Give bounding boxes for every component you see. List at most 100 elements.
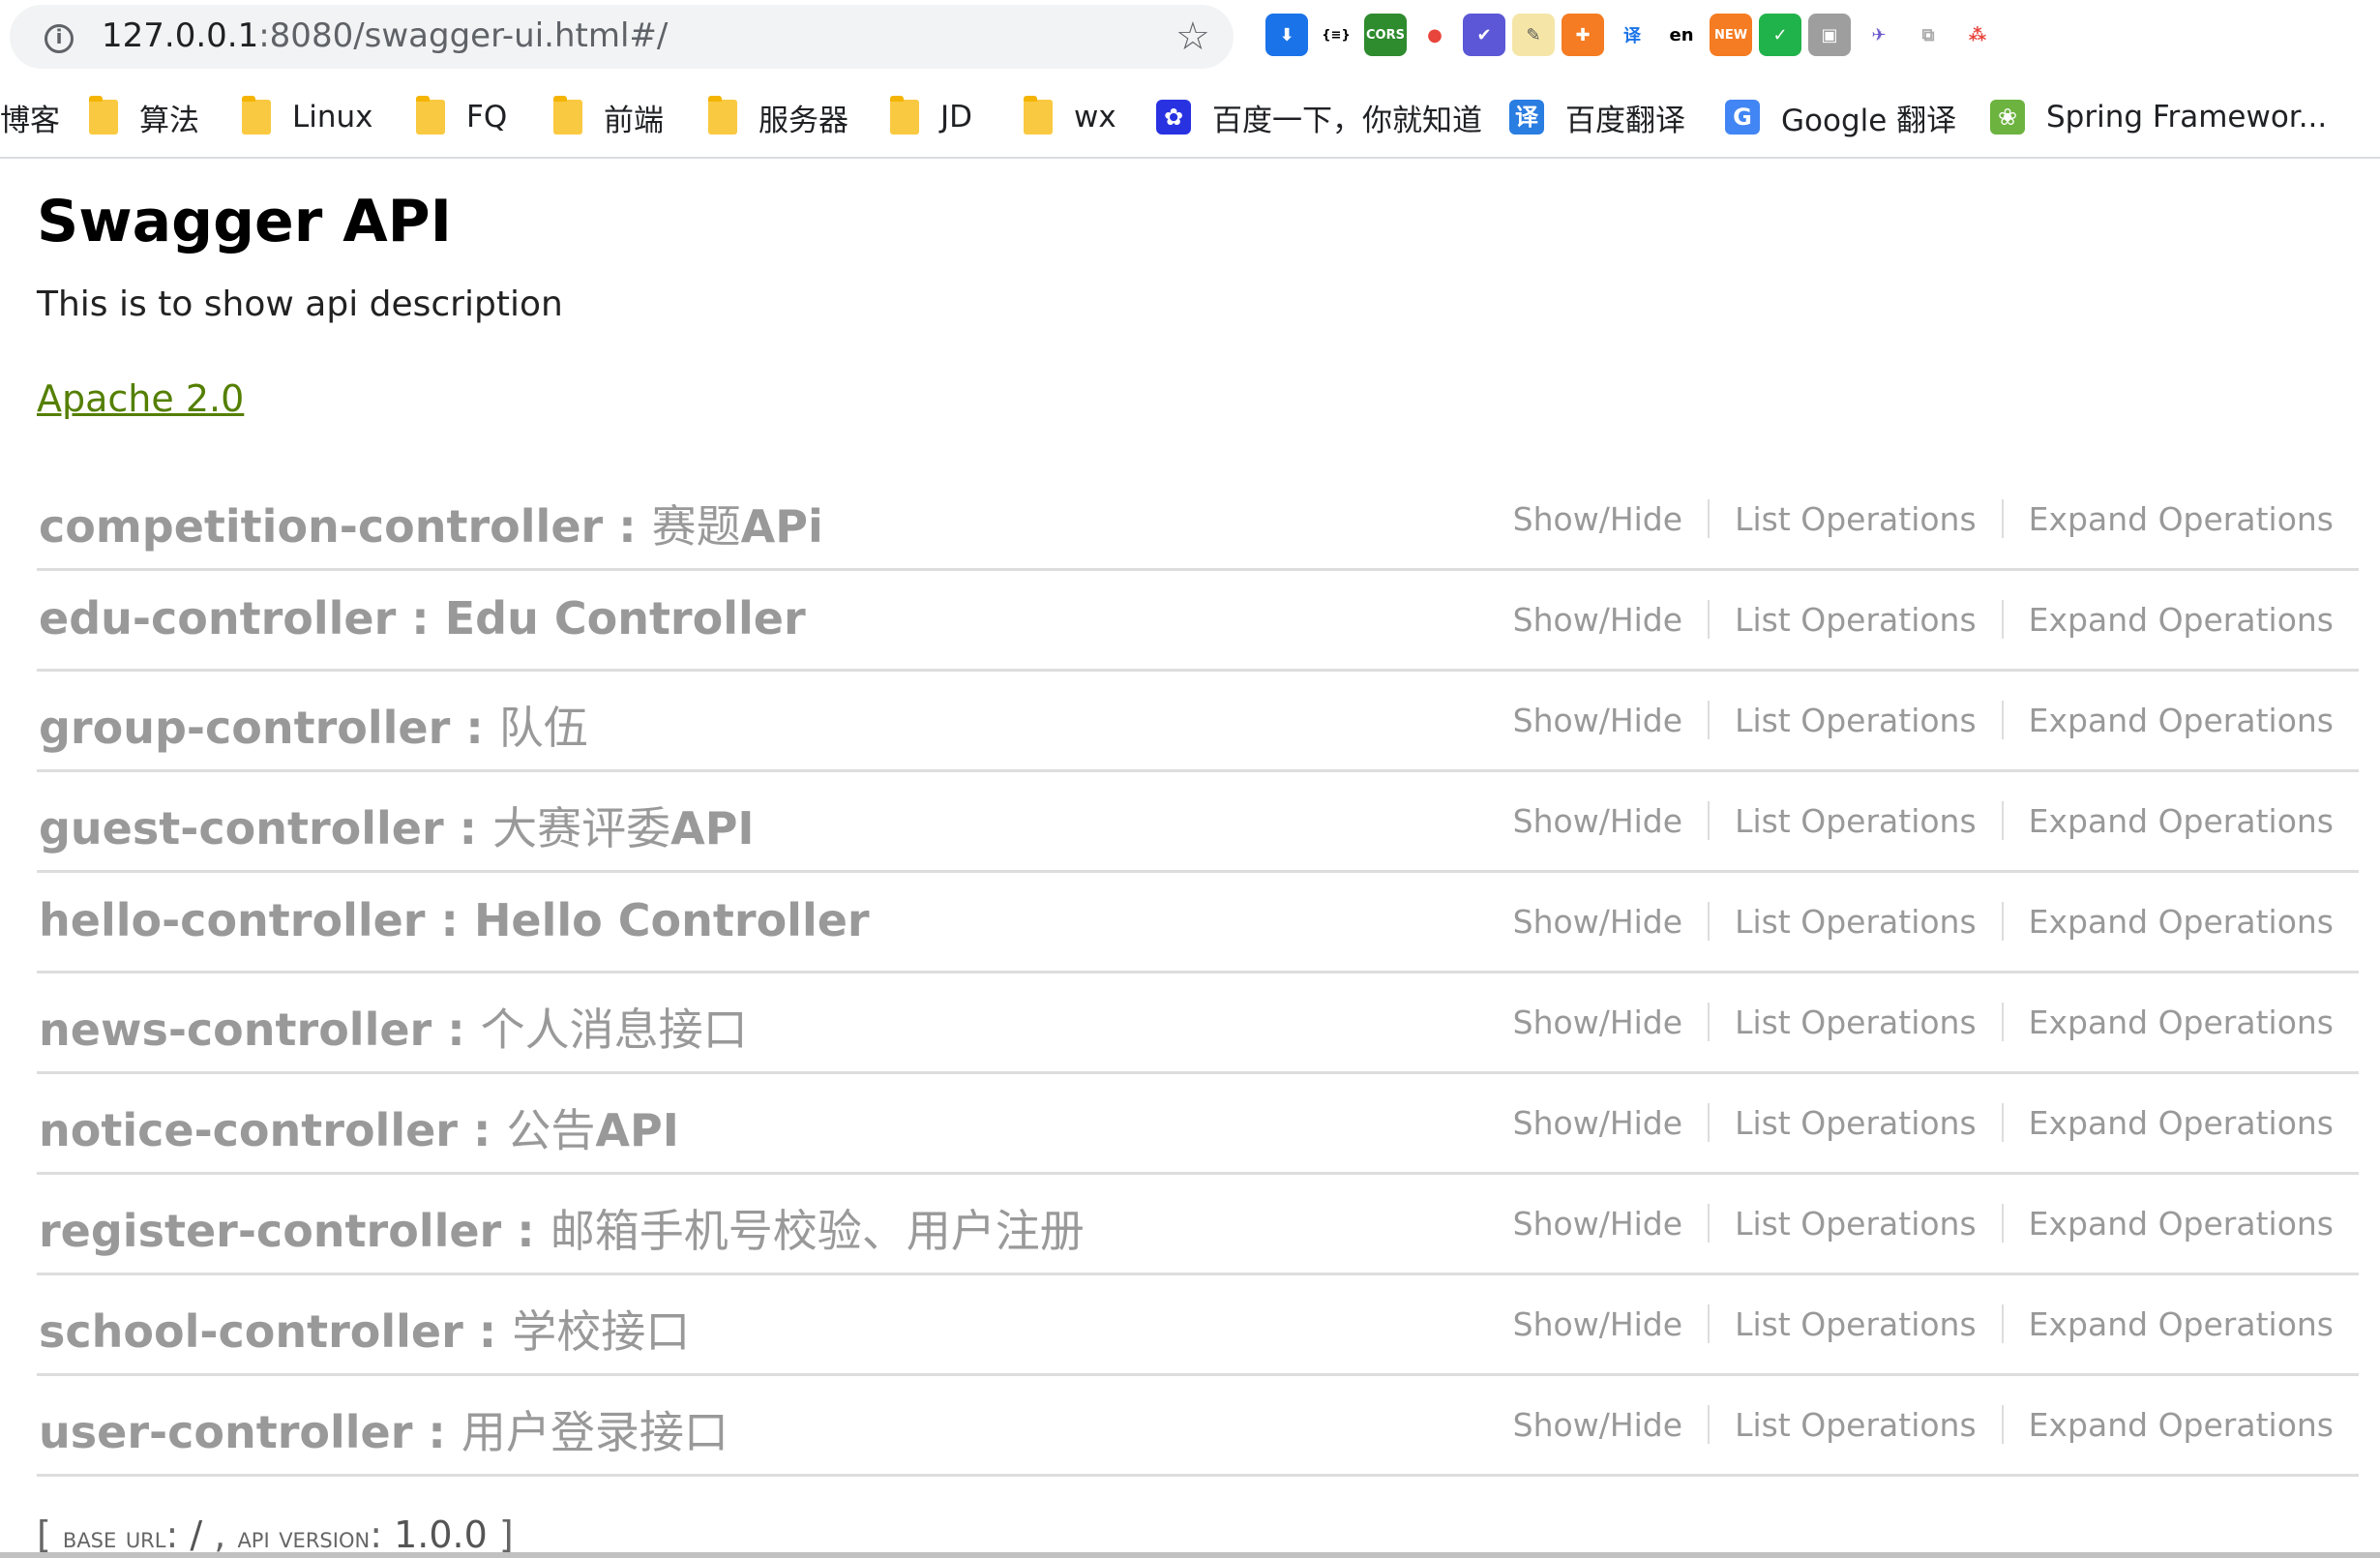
- show-hide-link[interactable]: Show/Hide: [1488, 1305, 1708, 1343]
- show-hide-link[interactable]: Show/Hide: [1488, 1104, 1708, 1142]
- json-formatter-icon[interactable]: {≡}: [1315, 14, 1357, 56]
- folder-icon: [553, 96, 582, 135]
- bookmark-item[interactable]: FQ: [416, 95, 507, 139]
- horizontal-scrollbar[interactable]: [0, 1552, 2380, 1558]
- bookmark-item[interactable]: 服务器: [708, 95, 848, 139]
- resource-operations: Show/Hide List Operations Expand Operation…: [1488, 1003, 2334, 1041]
- resource-competition-controller: competition-controller : 赛题APi Show/Hide L…: [37, 470, 2359, 571]
- bookmark-item[interactable]: G Google 翻译: [1725, 95, 1956, 139]
- resource-description-latin: APi: [740, 500, 823, 553]
- expand-operations-link[interactable]: Expand Operations: [2004, 601, 2334, 639]
- list-operations-link[interactable]: List Operations: [1710, 1004, 2002, 1041]
- list-operations-link[interactable]: List Operations: [1710, 903, 2002, 941]
- list-operations-link[interactable]: List Operations: [1710, 802, 2002, 840]
- pocket-icon[interactable]: ⬇: [1265, 14, 1308, 56]
- site-info-icon[interactable]: [45, 24, 74, 53]
- list-operations-link[interactable]: List Operations: [1710, 1305, 2002, 1343]
- resource-name-link[interactable]: register-controller: [39, 1205, 501, 1257]
- yandex-icon[interactable]: ✓: [1759, 14, 1801, 56]
- folder-icon: [890, 96, 919, 135]
- resource-separator: :: [412, 1406, 461, 1458]
- expand-operations-link[interactable]: Expand Operations: [2004, 702, 2334, 739]
- resource-separator: :: [457, 1104, 507, 1156]
- resource-name-link[interactable]: guest-controller: [39, 802, 444, 854]
- bookmark-item[interactable]: wx: [1024, 95, 1116, 139]
- url-text[interactable]: 127.0.0.1:8080/swagger-ui.html#/: [102, 16, 668, 55]
- bookmark-item[interactable]: 算法: [89, 95, 199, 139]
- expand-operations-link[interactable]: Expand Operations: [2004, 500, 2334, 538]
- expand-operations-link[interactable]: Expand Operations: [2004, 1406, 2334, 1444]
- show-hide-link[interactable]: Show/Hide: [1488, 601, 1708, 639]
- resource-description-latin: Edu Controller: [444, 592, 806, 644]
- resource-name-link[interactable]: hello-controller: [39, 894, 426, 946]
- bookmark-item[interactable]: JD: [890, 95, 972, 139]
- resource-operations: Show/Hide List Operations Expand Operation…: [1488, 902, 2334, 941]
- list-operations-link[interactable]: List Operations: [1710, 1104, 2002, 1142]
- resource-heading: hello-controller : Hello Controller: [39, 894, 870, 946]
- expand-operations-link[interactable]: Expand Operations: [2004, 1104, 2334, 1142]
- resource-name-link[interactable]: user-controller: [39, 1406, 412, 1458]
- folder-icon: [416, 96, 445, 135]
- resource-name-link[interactable]: school-controller: [39, 1305, 463, 1358]
- list-operations-link[interactable]: List Operations: [1710, 1205, 2002, 1243]
- show-hide-link[interactable]: Show/Hide: [1488, 500, 1708, 538]
- bookmark-item[interactable]: ✿ 百度一下，你就知道: [1156, 95, 1482, 139]
- bookmark-item[interactable]: Linux: [242, 95, 373, 139]
- resource-news-controller: news-controller : 个人消息接口 Show/Hide List Op…: [37, 974, 2359, 1074]
- bookmark-item[interactable]: 译百度翻译: [1509, 95, 1685, 139]
- resource-separator: :: [396, 592, 445, 644]
- resource-description: 邮箱手机号校验、用户注册: [550, 1205, 1085, 1257]
- bookmark-item[interactable]: 博客: [0, 95, 60, 139]
- resource-register-controller: register-controller : 邮箱手机号校验、用户注册 Show/H…: [37, 1175, 2359, 1275]
- expand-operations-link[interactable]: Expand Operations: [2004, 1004, 2334, 1041]
- cors-icon[interactable]: CORS: [1364, 14, 1407, 56]
- license-link[interactable]: Apache 2.0: [37, 377, 244, 420]
- resource-name-link[interactable]: group-controller: [39, 702, 450, 754]
- bookmark-label: FQ: [466, 100, 508, 135]
- resource-description: Hello Controller: [474, 894, 870, 946]
- bookmark-star-icon[interactable]: ☆: [1175, 15, 1210, 59]
- folder-icon: [708, 96, 737, 135]
- resource-heading: notice-controller : 公告API: [39, 1095, 679, 1159]
- new-badge-icon[interactable]: NEW: [1710, 14, 1752, 56]
- spring-icon: ❀: [1990, 100, 2025, 135]
- bookmark-item[interactable]: 前端: [553, 95, 664, 139]
- show-hide-link[interactable]: Show/Hide: [1488, 1406, 1708, 1444]
- resource-name-link[interactable]: competition-controller: [39, 500, 603, 553]
- address-bar[interactable]: 127.0.0.1:8080/swagger-ui.html#/ ☆: [10, 5, 1234, 69]
- check-circle-icon[interactable]: ✔: [1463, 14, 1505, 56]
- show-hide-link[interactable]: Show/Hide: [1488, 802, 1708, 840]
- puzzle-icon[interactable]: ⧉: [1907, 14, 1949, 56]
- bookmark-item[interactable]: ❀ Spring Framewor...: [1990, 95, 2327, 139]
- resource-description: 公告API: [506, 1104, 678, 1156]
- bird-icon[interactable]: ✈: [1858, 14, 1900, 56]
- resource-description-text: 个人消息接口: [480, 1004, 748, 1056]
- network-icon[interactable]: ⁂: [1956, 14, 1999, 56]
- resource-description-text: 邮箱手机号校验、用户注册: [550, 1205, 1085, 1257]
- resource-name-link[interactable]: news-controller: [39, 1004, 431, 1056]
- expand-operations-link[interactable]: Expand Operations: [2004, 802, 2334, 840]
- show-hide-link[interactable]: Show/Hide: [1488, 1205, 1708, 1243]
- list-operations-link[interactable]: List Operations: [1710, 702, 2002, 739]
- resource-group-controller: group-controller : 队伍 Show/Hide List Opera…: [37, 672, 2359, 772]
- screenshot-icon[interactable]: ▣: [1808, 14, 1851, 56]
- resource-description-latin: Hello Controller: [473, 894, 870, 946]
- list-operations-link[interactable]: List Operations: [1710, 1406, 2002, 1444]
- lifebuoy-icon[interactable]: ✚: [1562, 14, 1604, 56]
- resource-heading: group-controller : 队伍: [39, 693, 588, 757]
- translate-icon[interactable]: 译: [1611, 14, 1653, 56]
- resource-name-link[interactable]: edu-controller: [39, 592, 396, 644]
- notes-icon[interactable]: ✎: [1512, 14, 1555, 56]
- en-translate-icon[interactable]: en: [1660, 14, 1703, 56]
- show-hide-link[interactable]: Show/Hide: [1488, 702, 1708, 739]
- list-operations-link[interactable]: List Operations: [1710, 500, 2002, 538]
- expand-operations-link[interactable]: Expand Operations: [2004, 1205, 2334, 1243]
- show-hide-link[interactable]: Show/Hide: [1488, 1004, 1708, 1041]
- expand-operations-link[interactable]: Expand Operations: [2004, 1305, 2334, 1343]
- list-operations-link[interactable]: List Operations: [1710, 601, 2002, 639]
- expand-operations-link[interactable]: Expand Operations: [2004, 903, 2334, 941]
- show-hide-link[interactable]: Show/Hide: [1488, 903, 1708, 941]
- maps-pin-icon[interactable]: ●: [1413, 14, 1456, 56]
- bookmark-label: Spring Framewor...: [2046, 100, 2328, 135]
- resource-name-link[interactable]: notice-controller: [39, 1104, 458, 1156]
